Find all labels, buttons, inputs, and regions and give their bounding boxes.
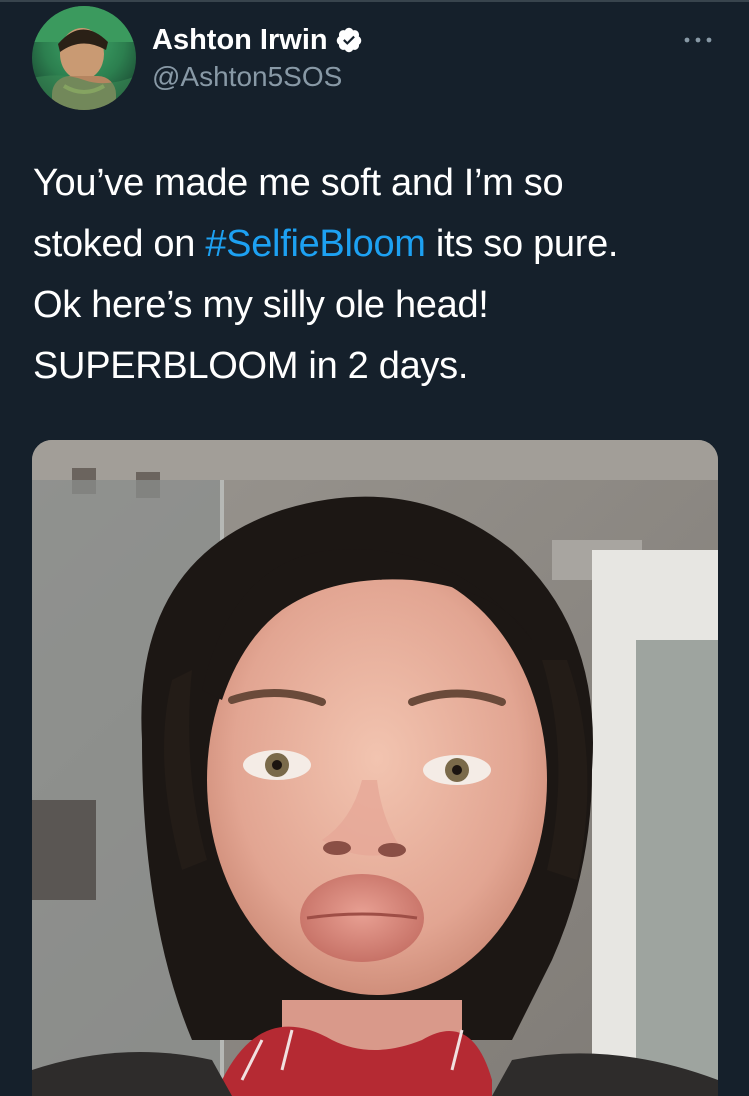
tweet-text-line-1: You’ve made me soft and I’m so — [33, 162, 564, 204]
avatar-photo — [32, 6, 136, 110]
author-handle[interactable]: @Ashton5SOS — [152, 60, 342, 94]
tweet-text-fragment: its so pure. — [425, 223, 619, 265]
author-avatar[interactable] — [32, 6, 136, 110]
selfie-photo — [32, 440, 718, 1096]
tweet-detail-view: Ashton Irwin @Ashton5SOS You’ve made me … — [0, 0, 749, 1096]
more-options-button[interactable] — [676, 22, 720, 58]
tweet-text-line-3: Ok here’s my silly ole head! — [33, 284, 489, 326]
tweet-text-line-4: SUPERBLOOM in 2 days. — [33, 345, 469, 387]
hashtag-link[interactable]: #SelfieBloom — [205, 223, 426, 265]
top-divider — [0, 0, 749, 2]
more-dots-icon — [684, 37, 712, 43]
verified-badge-icon — [335, 26, 363, 54]
tweet-media-photo[interactable] — [32, 440, 718, 1096]
author-name-row[interactable]: Ashton Irwin — [152, 22, 363, 58]
tweet-text-fragment: stoked on — [33, 223, 206, 265]
tweet-text-line-2: stoked on #SelfieBloom its so pure. — [33, 214, 723, 275]
tweet-text: You’ve made me soft and I’m so stoked on… — [33, 153, 723, 397]
author-display-name[interactable]: Ashton Irwin — [152, 22, 328, 58]
